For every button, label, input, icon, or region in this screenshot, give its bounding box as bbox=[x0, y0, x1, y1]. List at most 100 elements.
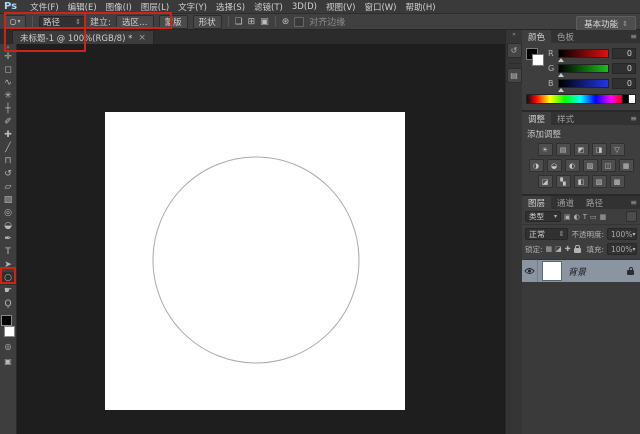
posterize-icon[interactable]: ▚ bbox=[556, 175, 571, 188]
panel-menu-icon[interactable]: ≡ bbox=[630, 114, 637, 123]
dodge-tool[interactable]: ◒ bbox=[0, 220, 16, 233]
collapsed-properties-panel-button[interactable]: ▤ bbox=[507, 68, 522, 83]
menu-filter[interactable]: 滤镜(T) bbox=[254, 1, 283, 13]
blue-value-field[interactable]: 0 bbox=[612, 78, 636, 89]
screen-mode-button[interactable]: ▣ bbox=[0, 355, 16, 367]
healing-brush-tool[interactable]: ✚ bbox=[0, 129, 16, 142]
history-brush-tool[interactable]: ↺ bbox=[0, 168, 16, 181]
eraser-tool[interactable]: ▱ bbox=[0, 181, 16, 194]
red-slider[interactable] bbox=[558, 49, 609, 58]
background-color-swatch[interactable] bbox=[532, 54, 544, 66]
color-spectrum-ramp[interactable] bbox=[526, 94, 622, 104]
path-operations-icon[interactable]: ❏ bbox=[235, 17, 243, 27]
align-edges-checkbox[interactable] bbox=[294, 17, 304, 27]
filter-kind-select[interactable]: 类型 ▾ bbox=[525, 211, 561, 222]
lock-position-icon[interactable]: ✚ bbox=[565, 245, 571, 253]
blend-mode-select[interactable]: 正常 ⇕ bbox=[525, 228, 568, 240]
tab-channels[interactable]: 通道 bbox=[551, 196, 580, 209]
pasteboard[interactable] bbox=[17, 44, 505, 434]
type-tool[interactable]: T bbox=[0, 246, 16, 259]
eyedropper-tool[interactable]: ✐ bbox=[0, 116, 16, 129]
slider-marker[interactable] bbox=[558, 88, 564, 92]
layers-empty-area[interactable] bbox=[522, 282, 640, 434]
filter-smart-object-icon[interactable]: ▦ bbox=[600, 213, 607, 221]
crop-tool[interactable]: ┼ bbox=[0, 103, 16, 116]
color-swatches-widget[interactable] bbox=[526, 48, 544, 66]
layer-name[interactable]: 背景 bbox=[568, 265, 586, 278]
threshold-icon[interactable]: ◧ bbox=[574, 175, 589, 188]
layer-visibility-toggle[interactable] bbox=[522, 260, 538, 282]
menu-3d[interactable]: 3D(D) bbox=[292, 2, 317, 12]
color-balance-icon[interactable]: ◒ bbox=[547, 159, 562, 172]
red-value-field[interactable]: 0 bbox=[612, 48, 636, 59]
slider-marker[interactable] bbox=[558, 58, 564, 62]
exposure-icon[interactable]: ◨ bbox=[592, 143, 607, 156]
tab-adjustments[interactable]: 调整 bbox=[522, 112, 551, 125]
filter-type-layers-icon[interactable]: T bbox=[583, 213, 587, 221]
curves-icon[interactable]: ◩ bbox=[574, 143, 589, 156]
brightness-contrast-icon[interactable]: ☀ bbox=[538, 143, 553, 156]
hue-saturation-icon[interactable]: ◑ bbox=[529, 159, 544, 172]
pen-tool[interactable]: ✒ bbox=[0, 233, 16, 246]
make-mask-button[interactable]: 蒙版 bbox=[159, 15, 188, 29]
path-alignment-icon[interactable]: ⊞ bbox=[248, 17, 256, 27]
collapse-toolbar-icon[interactable]: » bbox=[6, 44, 10, 51]
layer-thumbnail[interactable] bbox=[542, 261, 562, 281]
selective-color-icon[interactable]: ▩ bbox=[610, 175, 625, 188]
tab-color[interactable]: 颜色 bbox=[522, 30, 551, 43]
workspace-switcher-button[interactable]: 基本功能 ⇕ bbox=[576, 16, 636, 31]
color-lookup-icon[interactable]: ▦ bbox=[619, 159, 634, 172]
ellipse-shape-tool[interactable]: ○ bbox=[0, 272, 16, 285]
tool-preset-dropdown[interactable]: ○ ▾ bbox=[4, 15, 26, 29]
tab-paths[interactable]: 路径 bbox=[580, 196, 609, 209]
filter-adjustment-layers-icon[interactable]: ◐ bbox=[574, 213, 580, 221]
brush-tool[interactable]: ╱ bbox=[0, 142, 16, 155]
color-swatches-widget[interactable] bbox=[0, 315, 16, 337]
collapsed-history-panel-button[interactable]: ↺ bbox=[507, 43, 522, 58]
clone-stamp-tool[interactable]: ⊓ bbox=[0, 155, 16, 168]
expand-dock-icon[interactable]: » bbox=[512, 30, 516, 39]
panel-menu-icon[interactable]: ≡ bbox=[630, 32, 637, 41]
quick-selection-tool[interactable]: ✳ bbox=[0, 90, 16, 103]
document-tab[interactable]: 未标题-1 @ 100%(RGB/8) * × bbox=[12, 30, 154, 44]
marquee-tool[interactable]: ◻ bbox=[0, 64, 16, 77]
zoom-tool[interactable]: Ϙ bbox=[0, 298, 16, 311]
lock-all-icon[interactable] bbox=[574, 248, 581, 253]
gradient-map-icon[interactable]: ▧ bbox=[592, 175, 607, 188]
menu-select[interactable]: 选择(S) bbox=[216, 1, 245, 13]
vibrance-icon[interactable]: ▽ bbox=[610, 143, 625, 156]
white-ramp-swatch[interactable] bbox=[628, 94, 636, 104]
lock-image-pixels-icon[interactable]: ◪ bbox=[555, 245, 562, 253]
move-tool[interactable]: ✛ bbox=[0, 51, 16, 64]
filter-shape-layers-icon[interactable]: ▭ bbox=[590, 213, 597, 221]
canvas[interactable] bbox=[105, 112, 405, 410]
menu-edit[interactable]: 编辑(E) bbox=[68, 1, 97, 13]
lock-transparent-pixels-icon[interactable]: ▦ bbox=[546, 245, 553, 253]
make-shape-button[interactable]: 形状 bbox=[193, 15, 222, 29]
tab-styles[interactable]: 样式 bbox=[551, 112, 580, 125]
menu-image[interactable]: 图像(I) bbox=[106, 1, 132, 13]
background-layer-row[interactable]: 背景 bbox=[522, 260, 640, 282]
make-selection-button[interactable]: 选区… bbox=[116, 15, 154, 29]
levels-icon[interactable]: ▤ bbox=[556, 143, 571, 156]
lasso-tool[interactable]: ∿ bbox=[0, 77, 16, 90]
tab-swatches[interactable]: 色板 bbox=[551, 30, 580, 43]
tool-mode-select[interactable]: 路径 ⇕ bbox=[39, 16, 85, 28]
menu-layer[interactable]: 图层(L) bbox=[141, 1, 169, 13]
close-icon[interactable]: × bbox=[138, 33, 146, 43]
filter-pixel-layers-icon[interactable]: ▣ bbox=[564, 213, 571, 221]
black-white-icon[interactable]: ◐ bbox=[565, 159, 580, 172]
photo-filter-icon[interactable]: ▨ bbox=[583, 159, 598, 172]
panel-menu-icon[interactable]: ≡ bbox=[630, 198, 637, 207]
channel-mixer-icon[interactable]: ◫ bbox=[601, 159, 616, 172]
opacity-field[interactable]: 100% ▾ bbox=[607, 228, 637, 240]
menu-window[interactable]: 窗口(W) bbox=[364, 1, 396, 13]
foreground-color-swatch[interactable] bbox=[1, 315, 12, 326]
background-color-swatch[interactable] bbox=[4, 326, 15, 337]
hand-tool[interactable]: ☛ bbox=[0, 285, 16, 298]
menu-help[interactable]: 帮助(H) bbox=[406, 1, 436, 13]
menu-file[interactable]: 文件(F) bbox=[30, 1, 59, 13]
path-selection-tool[interactable]: ➤ bbox=[0, 259, 16, 272]
menu-type[interactable]: 文字(Y) bbox=[178, 1, 207, 13]
gear-icon[interactable]: ⊛ bbox=[282, 17, 290, 27]
